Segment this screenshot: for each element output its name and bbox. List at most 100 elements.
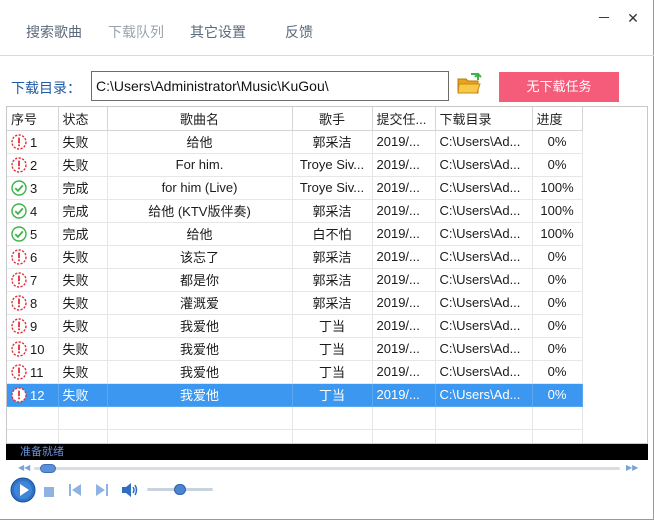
table-row[interactable]: 5 完成 给他 白不怕 2019/... C:\Users\Ad... 100% bbox=[7, 222, 583, 246]
tab-download-queue[interactable]: 下载队列 bbox=[108, 22, 164, 42]
cell-song-name[interactable]: 我爱他 bbox=[107, 314, 293, 338]
tab-search-songs[interactable]: 搜索歌曲 bbox=[26, 22, 82, 42]
cell-song-name[interactable]: 都是你 bbox=[107, 268, 293, 292]
cell-download-dir[interactable]: C:\Users\Ad... bbox=[435, 153, 533, 177]
cell-progress[interactable]: 100% bbox=[532, 176, 583, 200]
volume-button[interactable] bbox=[121, 482, 139, 501]
tab-feedback[interactable]: 反馈 bbox=[285, 22, 313, 42]
cell-status[interactable]: 完成 bbox=[58, 222, 108, 246]
cell-artist[interactable]: 丁当 bbox=[292, 314, 373, 338]
minimize-button[interactable]: － bbox=[596, 10, 612, 26]
cell-download-dir[interactable]: C:\Users\Ad... bbox=[435, 268, 533, 292]
cell-index[interactable]: 8 bbox=[7, 291, 59, 315]
cell-artist[interactable]: 丁当 bbox=[292, 383, 373, 407]
cell-progress[interactable]: 100% bbox=[532, 222, 583, 246]
cell-download-dir[interactable]: C:\Users\Ad... bbox=[435, 245, 533, 269]
cell-download-dir[interactable]: C:\Users\Ad... bbox=[435, 383, 533, 407]
cell-download-dir[interactable]: C:\Users\Ad... bbox=[435, 314, 533, 338]
cell-submit-time[interactable]: 2019/... bbox=[372, 337, 436, 361]
table-row[interactable]: 12 失败 我爱他 丁当 2019/... C:\Users\Ad... 0% bbox=[7, 383, 583, 407]
cell-artist[interactable]: 郭采洁 bbox=[292, 268, 373, 292]
cell-progress[interactable]: 0% bbox=[532, 245, 583, 269]
seek-thumb[interactable] bbox=[39, 464, 56, 473]
table-row[interactable]: 1 失败 给他 郭采洁 2019/... C:\Users\Ad... 0% bbox=[7, 130, 583, 154]
cell-progress[interactable]: 0% bbox=[532, 314, 583, 338]
play-button[interactable] bbox=[10, 477, 36, 506]
table-row[interactable]: 11 失败 我爱他 丁当 2019/... C:\Users\Ad... 0% bbox=[7, 360, 583, 384]
cell-index[interactable]: 1 bbox=[7, 130, 59, 154]
cell-song-name[interactable]: For him. bbox=[107, 153, 293, 177]
table-row[interactable]: 7 失败 都是你 郭采洁 2019/... C:\Users\Ad... 0% bbox=[7, 268, 583, 292]
header-download-dir[interactable]: 下载目录 bbox=[435, 107, 533, 131]
cell-progress[interactable]: 0% bbox=[532, 291, 583, 315]
cell-song-name[interactable]: 给他 (KTV版伴奏) bbox=[107, 199, 293, 223]
cell-index[interactable]: 4 bbox=[7, 199, 59, 223]
cell-song-name[interactable]: 我爱他 bbox=[107, 337, 293, 361]
cell-status[interactable]: 失败 bbox=[58, 314, 108, 338]
cell-artist[interactable]: 丁当 bbox=[292, 360, 373, 384]
cell-song-name[interactable]: 给他 bbox=[107, 222, 293, 246]
tab-other-settings[interactable]: 其它设置 bbox=[190, 22, 246, 42]
cell-submit-time[interactable]: 2019/... bbox=[372, 383, 436, 407]
stop-button[interactable] bbox=[44, 485, 54, 500]
cell-download-dir[interactable]: C:\Users\Ad... bbox=[435, 291, 533, 315]
cell-progress[interactable]: 100% bbox=[532, 199, 583, 223]
cell-artist[interactable]: 白不怕 bbox=[292, 222, 373, 246]
cell-status[interactable]: 完成 bbox=[58, 176, 108, 200]
cell-artist[interactable]: 郭采洁 bbox=[292, 130, 373, 154]
cell-status[interactable]: 失败 bbox=[58, 245, 108, 269]
open-folder-button[interactable] bbox=[456, 72, 482, 96]
seek-forward-arrow-icon[interactable]: ▶▶ bbox=[626, 463, 638, 472]
table-row[interactable]: 9 失败 我爱他 丁当 2019/... C:\Users\Ad... 0% bbox=[7, 314, 583, 338]
cell-index[interactable]: 10 bbox=[7, 337, 59, 361]
next-button[interactable] bbox=[95, 484, 108, 499]
cell-submit-time[interactable]: 2019/... bbox=[372, 268, 436, 292]
cell-progress[interactable]: 0% bbox=[532, 360, 583, 384]
cell-index[interactable]: 3 bbox=[7, 176, 59, 200]
cell-download-dir[interactable]: C:\Users\Ad... bbox=[435, 199, 533, 223]
previous-button[interactable] bbox=[69, 484, 82, 499]
header-submit-time[interactable]: 提交任... bbox=[372, 107, 436, 131]
close-button[interactable]: ✕ bbox=[625, 10, 641, 26]
cell-progress[interactable]: 0% bbox=[532, 153, 583, 177]
table-row[interactable]: 3 完成 for him (Live) Troye Siv... 2019/... C:\… bbox=[7, 176, 583, 200]
cell-submit-time[interactable]: 2019/... bbox=[372, 130, 436, 154]
cell-progress[interactable]: 0% bbox=[532, 268, 583, 292]
cell-status[interactable]: 完成 bbox=[58, 199, 108, 223]
cell-submit-time[interactable]: 2019/... bbox=[372, 314, 436, 338]
header-progress[interactable]: 进度 bbox=[532, 107, 583, 131]
no-download-task-button[interactable]: 无下载任务 bbox=[499, 72, 619, 102]
header-song-name[interactable]: 歌曲名 bbox=[107, 107, 293, 131]
seek-bar[interactable] bbox=[34, 467, 620, 470]
cell-download-dir[interactable]: C:\Users\Ad... bbox=[435, 337, 533, 361]
cell-status[interactable]: 失败 bbox=[58, 337, 108, 361]
seek-back-arrow-icon[interactable]: ◀◀ bbox=[18, 463, 30, 472]
cell-song-name[interactable]: 该忘了 bbox=[107, 245, 293, 269]
table-row[interactable]: 8 失败 灌溉爱 郭采洁 2019/... C:\Users\Ad... 0% bbox=[7, 291, 583, 315]
cell-status[interactable]: 失败 bbox=[58, 383, 108, 407]
cell-index[interactable]: 6 bbox=[7, 245, 59, 269]
cell-download-dir[interactable]: C:\Users\Ad... bbox=[435, 222, 533, 246]
cell-index[interactable]: 12 bbox=[7, 383, 59, 407]
cell-progress[interactable]: 0% bbox=[532, 130, 583, 154]
cell-submit-time[interactable]: 2019/... bbox=[372, 222, 436, 246]
header-artist[interactable]: 歌手 bbox=[292, 107, 373, 131]
cell-song-name[interactable]: 我爱他 bbox=[107, 360, 293, 384]
cell-index[interactable]: 11 bbox=[7, 360, 59, 384]
cell-submit-time[interactable]: 2019/... bbox=[372, 176, 436, 200]
table-row[interactable]: 2 失败 For him. Troye Siv... 2019/... C:\Users\… bbox=[7, 153, 583, 177]
cell-status[interactable]: 失败 bbox=[58, 291, 108, 315]
cell-index[interactable]: 7 bbox=[7, 268, 59, 292]
cell-index[interactable]: 2 bbox=[7, 153, 59, 177]
cell-index[interactable]: 5 bbox=[7, 222, 59, 246]
table-row[interactable]: 4 完成 给他 (KTV版伴奏) 郭采洁 2019/... C:\Users\Ad... 1… bbox=[7, 199, 583, 223]
cell-artist[interactable]: 丁当 bbox=[292, 337, 373, 361]
download-directory-input[interactable] bbox=[91, 71, 449, 101]
cell-artist[interactable]: 郭采洁 bbox=[292, 245, 373, 269]
cell-status[interactable]: 失败 bbox=[58, 268, 108, 292]
cell-download-dir[interactable]: C:\Users\Ad... bbox=[435, 130, 533, 154]
cell-song-name[interactable]: 灌溉爱 bbox=[107, 291, 293, 315]
cell-artist[interactable]: 郭采洁 bbox=[292, 291, 373, 315]
cell-progress[interactable]: 0% bbox=[532, 383, 583, 407]
cell-status[interactable]: 失败 bbox=[58, 130, 108, 154]
